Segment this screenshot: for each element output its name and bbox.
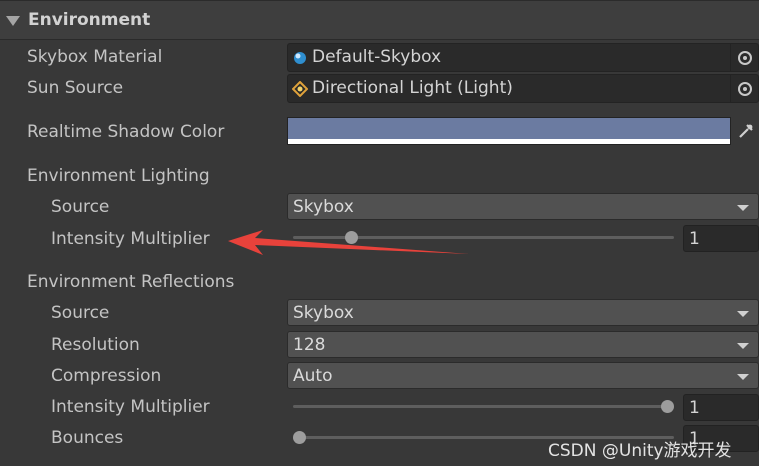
sun-source-picker-button[interactable] — [730, 75, 758, 103]
eyedropper-icon — [739, 124, 753, 138]
reflections-source-label: Source — [51, 303, 110, 323]
reflections-intensity-slider-thumb[interactable] — [661, 400, 674, 413]
sun-source-value: Directional Light (Light) — [312, 78, 513, 98]
environment-section-header[interactable]: Environment — [0, 0, 759, 40]
lighting-source-dropdown[interactable]: Skybox — [287, 193, 759, 220]
watermark-text: CSDN @Unity游戏开发 — [548, 441, 732, 461]
skybox-material-label: Skybox Material — [27, 47, 163, 67]
lighting-intensity-label: Intensity Multiplier — [51, 229, 210, 249]
compression-label: Compression — [51, 366, 162, 386]
reflections-intensity-value: 1 — [689, 398, 700, 418]
reflections-source-dropdown[interactable]: Skybox — [287, 299, 759, 326]
chevron-down-icon — [737, 205, 749, 211]
shadow-color-fill — [288, 118, 730, 139]
realtime-shadow-color-swatch[interactable] — [287, 117, 731, 145]
environment-reflections-label: Environment Reflections — [27, 272, 235, 292]
lighting-intensity-value: 1 — [689, 229, 700, 249]
section-title: Environment — [28, 10, 151, 30]
reflections-intensity-input[interactable]: 1 — [683, 394, 759, 421]
environment-lighting-label: Environment Lighting — [27, 166, 210, 186]
skybox-material-picker-button[interactable] — [730, 44, 758, 72]
chevron-down-icon — [737, 374, 749, 380]
bounces-label: Bounces — [51, 428, 124, 448]
lighting-source-value: Skybox — [293, 197, 354, 217]
resolution-dropdown[interactable]: 128 — [287, 331, 759, 358]
sun-source-label: Sun Source — [27, 78, 124, 98]
material-sphere-icon — [294, 52, 306, 64]
reflections-intensity-label: Intensity Multiplier — [51, 397, 210, 417]
compression-value: Auto — [293, 366, 333, 386]
bounces-slider-thumb[interactable] — [293, 431, 306, 444]
sun-source-field[interactable]: Directional Light (Light) — [287, 74, 759, 103]
lighting-intensity-input[interactable]: 1 — [683, 225, 759, 252]
skybox-material-value: Default-Skybox — [312, 47, 442, 67]
reflections-source-value: Skybox — [293, 303, 354, 323]
chevron-down-icon — [737, 311, 749, 317]
light-icon — [292, 81, 308, 97]
compression-dropdown[interactable]: Auto — [287, 362, 759, 389]
reflections-intensity-slider-track[interactable] — [293, 405, 674, 408]
realtime-shadow-color-label: Realtime Shadow Color — [27, 122, 225, 142]
annotation-arrow-icon — [228, 230, 469, 255]
foldout-arrow-down-icon[interactable] — [6, 16, 20, 26]
object-picker-dot — [743, 56, 747, 60]
skybox-material-field[interactable]: Default-Skybox — [287, 43, 759, 72]
resolution-value: 128 — [293, 335, 326, 355]
chevron-down-icon — [737, 343, 749, 349]
eyedropper-button[interactable] — [731, 117, 759, 145]
resolution-label: Resolution — [51, 335, 140, 355]
object-picker-dot — [743, 87, 747, 91]
lighting-source-label: Source — [51, 197, 110, 217]
